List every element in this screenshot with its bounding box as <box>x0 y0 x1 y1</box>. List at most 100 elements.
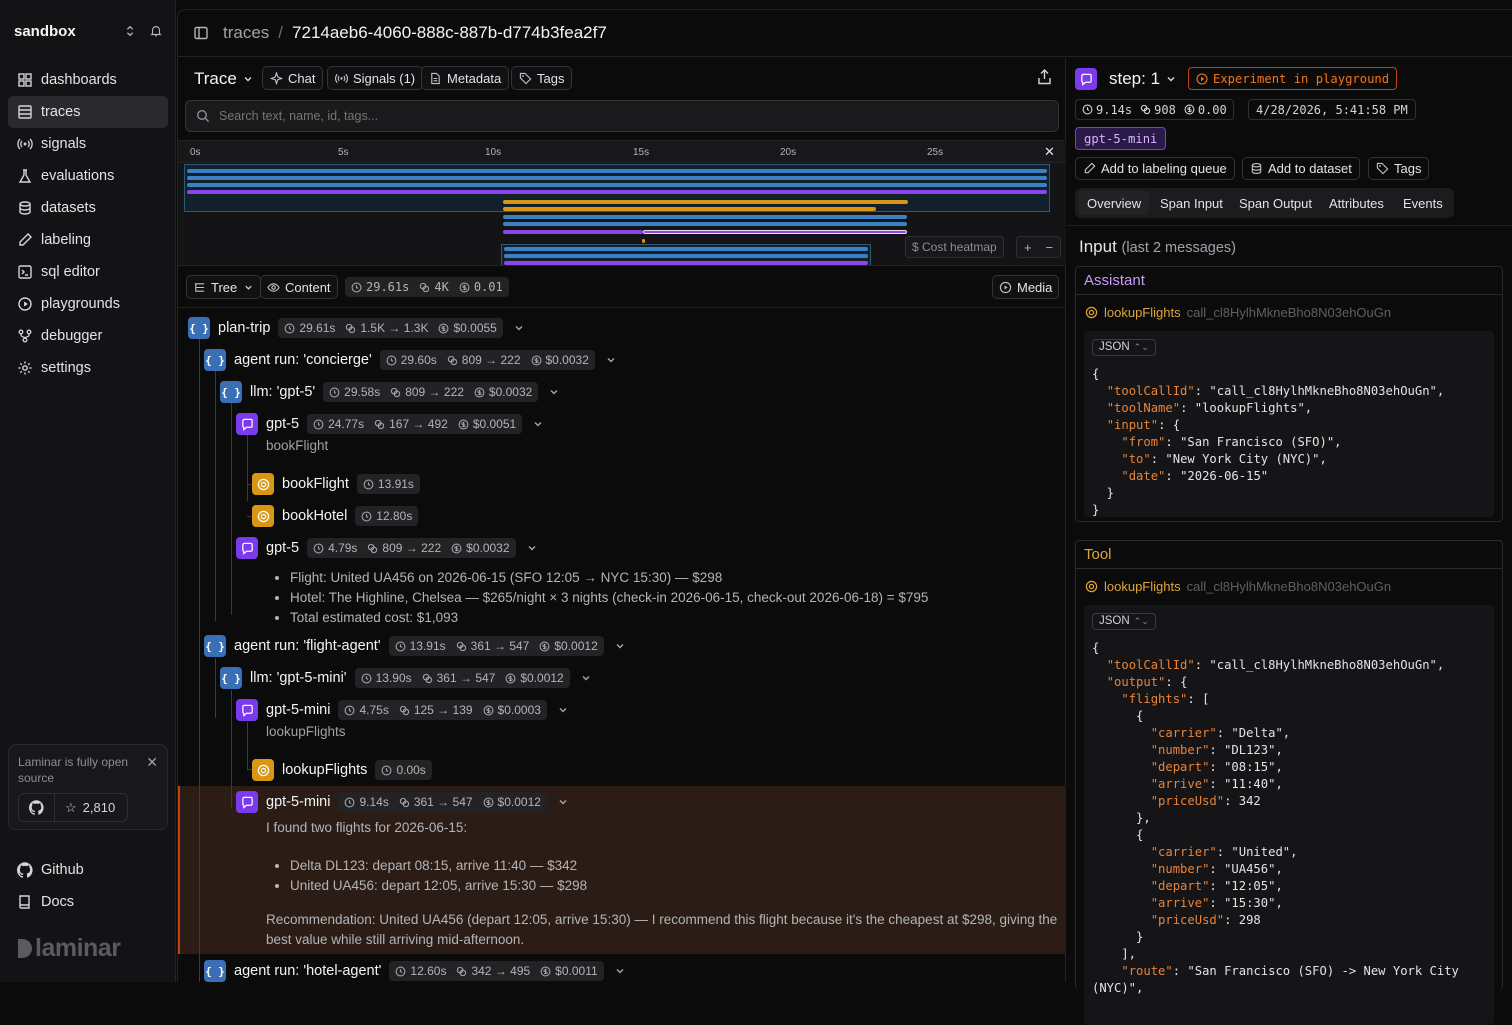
add-to-dataset-button[interactable]: Add to dataset <box>1242 157 1360 180</box>
sidebar-item-signals[interactable]: signals <box>8 128 168 160</box>
span-row[interactable]: gpt-5 24.77s 167 → 492 $0.0051 <box>236 412 544 436</box>
close-icon[interactable]: ✕ <box>146 754 158 771</box>
span-icon: { } <box>204 635 226 657</box>
close-timeline-icon[interactable]: ✕ <box>1044 144 1055 160</box>
timeline-bar[interactable] <box>504 254 868 258</box>
llm-span-icon <box>236 791 258 813</box>
dollar-icon <box>1184 104 1195 115</box>
chevron-down-icon[interactable] <box>557 796 569 808</box>
timeline-bar[interactable] <box>504 261 868 265</box>
chevron-down-icon[interactable] <box>580 672 592 684</box>
media-button[interactable]: Media <box>992 275 1060 299</box>
sidebar-item-settings[interactable]: settings <box>8 352 168 384</box>
chevron-down-icon[interactable] <box>557 704 569 716</box>
search-input[interactable] <box>219 109 1039 123</box>
clock-icon <box>345 705 355 715</box>
timeline[interactable]: 0s 5s 10s 15s 20s 25s ✕ $ Cost heatmap +… <box>178 140 1066 266</box>
sidebar-item-github[interactable]: Github <box>8 854 168 886</box>
share-icon[interactable] <box>1037 69 1052 85</box>
tab-events[interactable]: Events <box>1395 191 1451 215</box>
format-dropdown[interactable]: JSON ⌃⌄ <box>1092 338 1156 356</box>
timeline-bar[interactable] <box>187 169 1047 173</box>
timeline-bar[interactable] <box>503 215 907 219</box>
workspace-name[interactable]: sandbox <box>14 23 76 40</box>
chevron-down-icon[interactable] <box>605 354 617 366</box>
tab-overview[interactable]: Overview <box>1079 191 1150 215</box>
sidebar-item-datasets[interactable]: datasets <box>8 192 168 224</box>
cost-heatmap-button[interactable]: $ Cost heatmap <box>905 236 1004 258</box>
chevron-down-icon[interactable] <box>548 386 560 398</box>
timeline-bar[interactable] <box>187 176 1047 180</box>
github-stars-button[interactable]: ☆ 2,810 <box>18 793 128 822</box>
play-icon <box>18 297 32 311</box>
span-step-dropdown[interactable]: step: 1 <box>1109 69 1177 89</box>
sidebar: sandbox dashboards traces signals evalua… <box>0 0 176 982</box>
tab-span-input[interactable]: Span Input <box>1152 191 1231 215</box>
sidebar-item-labeling[interactable]: labeling <box>8 224 168 256</box>
promo-text: Laminar is fully open source <box>18 755 129 785</box>
span-row[interactable]: bookFlight 13.91s <box>252 472 420 496</box>
span-row[interactable]: { } llm: 'gpt-5' 29.58s 809 → 222 $0.0032 <box>220 380 560 404</box>
dollar-icon <box>459 282 470 292</box>
timeline-bar[interactable] <box>187 190 1047 194</box>
metadata-button[interactable]: Metadata <box>421 66 510 90</box>
signals-button[interactable]: Signals (1) <box>327 66 424 90</box>
chevron-down-icon[interactable] <box>614 965 626 977</box>
span-row[interactable]: bookHotel 12.80s <box>252 504 419 528</box>
zoom-out-icon[interactable]: − <box>1045 240 1053 255</box>
timeline-bar[interactable] <box>187 183 1047 187</box>
add-to-labeling-queue-button[interactable]: Add to labeling queue <box>1075 157 1235 180</box>
span-row[interactable]: { } agent run: 'hotel-agent' 12.60s 342 → 4… <box>204 959 626 983</box>
sidebar-toggle-icon[interactable] <box>193 25 209 41</box>
timeline-bar[interactable] <box>503 207 876 211</box>
play-icon <box>999 281 1012 293</box>
span-tags-button[interactable]: Tags <box>1368 157 1430 180</box>
tree-view-dropdown[interactable]: Tree <box>186 275 262 299</box>
chevron-down-icon[interactable] <box>526 542 538 554</box>
timeline-bar[interactable] <box>503 230 643 234</box>
format-dropdown[interactable]: JSON ⌃⌄ <box>1092 612 1156 630</box>
span-row[interactable]: { } agent run: 'flight-agent' 13.91s 361 → … <box>204 634 626 658</box>
chat-button[interactable]: Chat <box>262 66 324 90</box>
dollar-icon <box>483 797 493 807</box>
chevron-down-icon[interactable] <box>532 418 544 430</box>
trace-title[interactable]: Trace <box>194 69 254 89</box>
span-row[interactable]: { } agent run: 'concierge' 29.60s 809 → 222… <box>204 348 617 372</box>
sidebar-item-traces[interactable]: traces <box>8 96 168 128</box>
sidebar-item-docs[interactable]: Docs <box>8 886 168 918</box>
tags-button[interactable]: Tags <box>511 66 573 90</box>
timeline-bar[interactable] <box>503 222 907 226</box>
sidebar-item-debugger[interactable]: debugger <box>8 320 168 352</box>
search-bar[interactable] <box>185 100 1059 132</box>
timeline-bar[interactable] <box>504 247 868 251</box>
span-row[interactable]: lookupFlights 0.00s <box>252 758 432 782</box>
chevron-updown-icon[interactable] <box>123 24 137 38</box>
timeline-bar-selected[interactable] <box>643 230 907 234</box>
tab-span-output[interactable]: Span Output <box>1231 191 1320 215</box>
sidebar-item-sql-editor[interactable]: sql editor <box>8 256 168 288</box>
span-row[interactable]: gpt-5 4.79s 809 → 222 $0.0032 <box>236 536 538 560</box>
timeline-bar[interactable] <box>503 200 908 204</box>
tab-attributes[interactable]: Attributes <box>1321 191 1392 215</box>
span-row[interactable]: { } plan-trip 29.61s 1.5K → 1.3K $0.0055 <box>188 316 525 340</box>
llm-span-icon <box>1075 68 1097 90</box>
tool-message: Tool lookupFlights call_cl8HylhMkneBho8N… <box>1075 540 1503 1025</box>
experiment-in-playground-button[interactable]: Experiment in playground <box>1188 67 1398 90</box>
span-row[interactable]: { } llm: 'gpt-5-mini' 13.90s 361 → 547 $0.00… <box>220 666 592 690</box>
sidebar-item-evaluations[interactable]: evaluations <box>8 160 168 192</box>
span-tokens-chip: 809 → 222 <box>384 382 470 402</box>
zoom-in-icon[interactable]: + <box>1024 240 1032 255</box>
sidebar-item-dashboards[interactable]: dashboards <box>8 64 168 96</box>
breadcrumb-traces[interactable]: traces <box>223 23 269 43</box>
content-toggle[interactable]: Content <box>260 275 338 299</box>
trace-stats: 29.61s 4K 0.01 <box>345 277 509 297</box>
json-block: JSON ⌃⌄ { "toolCallId": "call_cl8HylhMkne… <box>1084 605 1494 1025</box>
chevron-down-icon[interactable] <box>614 640 626 652</box>
bell-icon[interactable] <box>149 24 163 38</box>
span-row[interactable]: gpt-5-mini 9.14s 361 → 547 $0.0012 <box>236 790 569 814</box>
sidebar-item-playgrounds[interactable]: playgrounds <box>8 288 168 320</box>
timeline-bar[interactable] <box>642 239 645 243</box>
chevron-down-icon[interactable] <box>513 322 525 334</box>
span-row[interactable]: gpt-5-mini 4.75s 125 → 139 $0.0003 <box>236 698 569 722</box>
timeline-tick: 20s <box>780 147 797 158</box>
